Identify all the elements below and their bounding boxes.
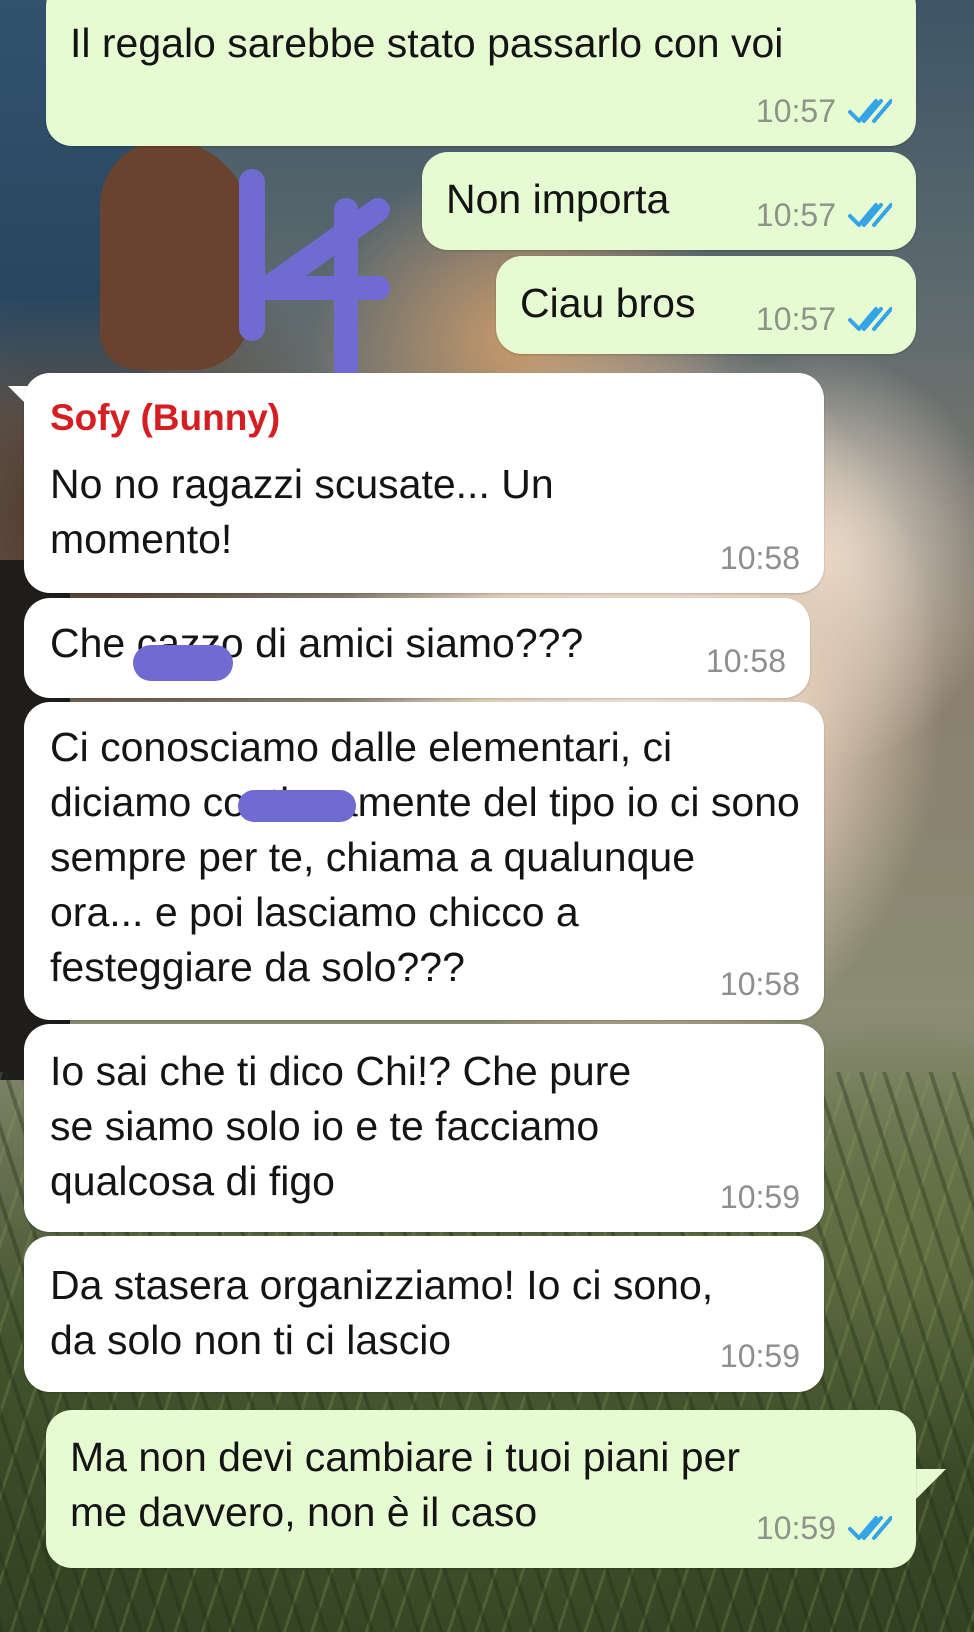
message-text: Ma non devi cambiare i tuoi piani per me… <box>70 1434 741 1535</box>
message-time: 10:58 <box>705 642 786 679</box>
message-meta: 10:58 <box>720 964 800 1004</box>
double-check-read-icon <box>848 1513 892 1543</box>
message-bubble-outgoing[interactable]: Non importa 10:57 <box>422 152 916 250</box>
message-meta: 10:59 <box>756 1508 892 1548</box>
message-text: Che cazzo di amici siamo??? <box>50 620 584 666</box>
message-meta: 10:57 <box>756 195 892 235</box>
handwritten-number-overlay <box>239 169 390 384</box>
message-time: 10:59 <box>719 1337 800 1374</box>
message-bubble-outgoing[interactable]: Ma non devi cambiare i tuoi piani per me… <box>46 1410 916 1568</box>
message-meta: 10:58 <box>720 538 800 578</box>
bubble-tail-outgoing <box>916 1469 946 1499</box>
message-text: Il regalo sarebbe stato passarlo con voi <box>70 20 784 66</box>
message-time: 10:57 <box>755 92 836 129</box>
message-text: Non importa <box>446 176 670 222</box>
redaction-mark <box>133 645 233 681</box>
message-text: Ciau bros <box>520 280 696 326</box>
message-time: 10:58 <box>719 539 800 576</box>
message-bubble-incoming[interactable]: Sofy (Bunny) No no ragazzi scusate... Un… <box>24 373 824 593</box>
message-bubble-incoming[interactable]: Ci conosciamo dalle elementari, ci dicia… <box>24 702 824 1020</box>
message-time: 10:59 <box>755 1509 836 1546</box>
message-bubble-incoming[interactable]: Da stasera organizziamo! Io ci sono, da … <box>24 1236 824 1392</box>
message-text: Da stasera organizziamo! Io ci sono, da … <box>50 1262 714 1363</box>
message-bubble-outgoing[interactable]: Il regalo sarebbe stato passarlo con voi… <box>46 0 916 146</box>
message-meta: 10:59 <box>720 1177 800 1217</box>
message-bubble-incoming[interactable]: Io sai che ti dico Chi!? Che pure se sia… <box>24 1024 824 1232</box>
message-text: Io sai che ti dico Chi!? Che pure se sia… <box>50 1048 632 1204</box>
message-meta: 10:57 <box>756 91 892 131</box>
message-time: 10:59 <box>719 1178 800 1215</box>
message-text: Ci conosciamo dalle elementari, ci dicia… <box>50 724 800 990</box>
redaction-mark <box>238 790 356 822</box>
double-check-read-icon <box>848 304 892 334</box>
message-time: 10:57 <box>755 300 836 337</box>
message-meta: 10:57 <box>756 299 892 339</box>
message-meta: 10:59 <box>720 1336 800 1376</box>
sender-name[interactable]: Sofy (Bunny) <box>50 395 280 441</box>
message-time: 10:57 <box>755 196 836 233</box>
message-text: No no ragazzi scusate... Un momento! <box>50 461 554 562</box>
message-bubble-outgoing[interactable]: Ciau bros 10:57 <box>496 256 916 354</box>
double-check-read-icon <box>848 96 892 126</box>
message-time: 10:58 <box>719 965 800 1002</box>
double-check-read-icon <box>848 200 892 230</box>
message-meta: 10:58 <box>706 641 786 681</box>
